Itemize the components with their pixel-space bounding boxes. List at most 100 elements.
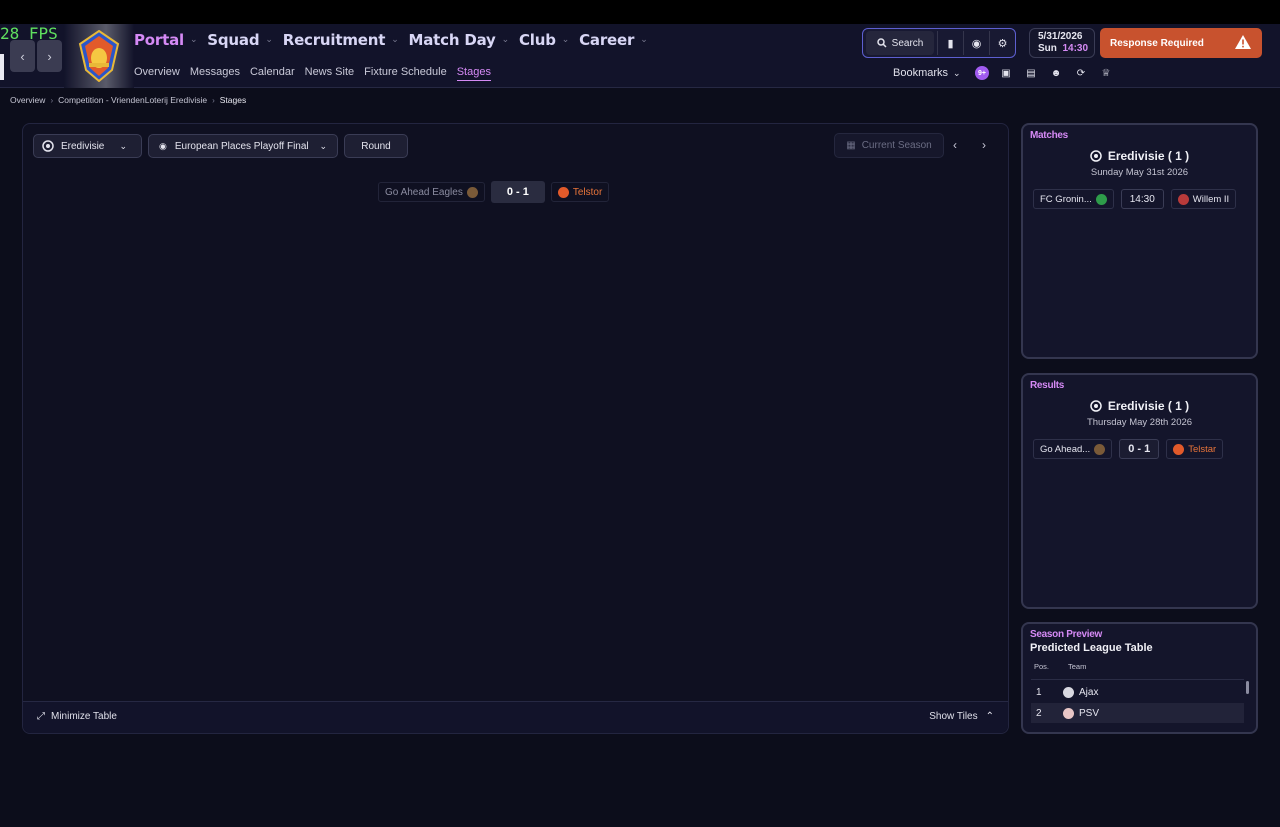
club-crest-icon[interactable]: [78, 30, 120, 82]
header-icons: 9+ ▣ ▤ ☻ ⟳ ♕: [975, 65, 1114, 81]
bookmark-button[interactable]: ▮: [937, 31, 963, 55]
stages-panel: Eredivisie ⌄ ◉ European Places Playoff F…: [22, 123, 1009, 734]
bookmarks-label: Bookmarks: [893, 67, 949, 79]
subnav-messages[interactable]: Messages: [190, 66, 240, 81]
psv-crest-icon: [1063, 707, 1074, 719]
home-team-chip[interactable]: Go Ahead Eagles: [378, 182, 485, 202]
prev-season-button[interactable]: ‹: [953, 138, 957, 152]
chevron-right-icon: ›: [47, 48, 52, 64]
nav-club[interactable]: Club ⌄: [519, 31, 569, 49]
matches-widget: Matches Eredivisie ( 1 ) Sunday May 31st…: [1021, 123, 1258, 359]
row-pos: 2: [1036, 707, 1042, 719]
match-home-chip[interactable]: FC Gronin...: [1033, 189, 1114, 209]
chevron-right-icon: ›: [212, 95, 215, 105]
subnav-overview[interactable]: Overview: [134, 66, 180, 81]
nav-recruitment[interactable]: Recruitment ⌄: [283, 31, 399, 49]
subnav-calendar[interactable]: Calendar: [250, 66, 295, 81]
back-button[interactable]: ‹: [10, 40, 35, 72]
subnav-fixture-schedule[interactable]: Fixture Schedule: [364, 66, 447, 81]
result-home-name: Go Ahead...: [1040, 443, 1091, 455]
bookmarks-dropdown[interactable]: Bookmarks ⌄: [893, 67, 961, 79]
preview-col-pos: Pos.: [1034, 662, 1050, 671]
table-scrollbar[interactable]: [1246, 681, 1249, 694]
season-button[interactable]: ▦ Current Season: [834, 133, 944, 158]
results-header: Results: [1030, 380, 1065, 391]
round-button[interactable]: Round: [344, 134, 408, 158]
result-row[interactable]: Go Ahead... 0 - 1 Telstar: [1033, 439, 1224, 459]
results-competition: Eredivisie ( 1 ): [1023, 399, 1256, 413]
matches-competition: Eredivisie ( 1 ): [1023, 149, 1256, 163]
subnav-news-site[interactable]: News Site: [305, 66, 355, 81]
match-away-name: Willem II: [1192, 193, 1230, 205]
date-display[interactable]: 5/31/2026 Sun 14:30: [1029, 28, 1095, 58]
date-text: 5/31/2026: [1038, 31, 1083, 42]
search-button[interactable]: Search: [866, 31, 934, 55]
minimize-label: Minimize Table: [51, 711, 117, 722]
result-away-name: Telstar: [1188, 443, 1217, 455]
go-ahead-eagles-crest-icon: [1094, 443, 1106, 455]
chevron-left-icon: ‹: [953, 138, 957, 152]
stage-label: European Places Playoff Final: [174, 140, 309, 152]
fixture-row[interactable]: Go Ahead Eagles 0 - 1 Telstor: [378, 181, 610, 203]
chevron-right-icon: ›: [982, 138, 986, 152]
chevron-left-icon: ‹: [20, 48, 25, 64]
results-date: Thursday May 28th 2026: [1086, 417, 1193, 428]
match-row[interactable]: FC Gronin... 14:30 Willem II: [1033, 189, 1237, 209]
results-widget: Results Eredivisie ( 1 ) Thursday May 28…: [1021, 373, 1258, 609]
side-tab-indicator: [0, 54, 4, 80]
globe-icon: ◉: [971, 37, 982, 50]
minimize-table-button[interactable]: ⤢ Minimize Table: [37, 711, 117, 722]
chevron-down-icon: ⌄: [189, 35, 198, 45]
stage-dropdown[interactable]: ◉ European Places Playoff Final ⌄: [148, 134, 338, 158]
competition-dropdown[interactable]: Eredivisie ⌄: [33, 134, 142, 158]
results-competition-label: Eredivisie ( 1 ): [1107, 399, 1190, 413]
subnav-stages[interactable]: Stages: [456, 66, 491, 81]
chevron-down-icon: ⌄: [953, 67, 961, 78]
search-icon: [876, 38, 887, 48]
row-team: Ajax: [1079, 686, 1099, 698]
matches-date: Sunday May 31st 2026: [1090, 167, 1189, 178]
match-away-chip[interactable]: Willem II: [1170, 189, 1237, 209]
eredivisie-icon: [42, 140, 54, 152]
people-icon[interactable]: ☻: [1048, 65, 1064, 81]
result-home-chip[interactable]: Go Ahead...: [1033, 439, 1113, 459]
result-away-chip[interactable]: Telstar: [1166, 439, 1224, 459]
breadcrumb-stages: Stages: [219, 95, 247, 105]
clipboard-icon[interactable]: ▤: [1023, 65, 1039, 81]
fixture-score[interactable]: 0 - 1: [490, 181, 545, 203]
globe-button[interactable]: ◉: [963, 31, 989, 55]
nav-portal[interactable]: Portal ⌄: [134, 31, 197, 49]
away-team-chip[interactable]: Telstor: [550, 182, 610, 202]
breadcrumb-overview[interactable]: Overview: [10, 95, 45, 105]
show-tiles-button[interactable]: Show Tiles ⌃: [929, 711, 994, 722]
row-team: PSV: [1079, 707, 1100, 719]
search-label: Search: [891, 37, 924, 49]
gear-icon: ⚙: [997, 37, 1008, 50]
notifications-badge[interactable]: 9+: [975, 66, 989, 80]
trophy-icon[interactable]: ♕: [1098, 65, 1114, 81]
nav-match-day[interactable]: Match Day ⌄: [409, 31, 510, 49]
table-row[interactable]: 2 PSV: [1031, 703, 1244, 723]
top-strip: [0, 0, 1280, 24]
match-home-name: FC Gronin...: [1040, 193, 1092, 205]
next-season-button[interactable]: ›: [982, 138, 986, 152]
bookmark-icon: ▮: [947, 37, 954, 50]
nav-squad[interactable]: Squad ⌄: [207, 31, 273, 49]
minimize-icon: ⤢: [37, 711, 45, 722]
willem-ii-crest-icon: [1177, 193, 1189, 205]
settings-button[interactable]: ⚙: [989, 31, 1015, 55]
chevron-down-icon: ⌄: [640, 35, 648, 45]
forward-button[interactable]: ›: [37, 40, 62, 72]
kit-icon[interactable]: ▣: [998, 65, 1014, 81]
table-row[interactable]: 1 Ajax: [1031, 682, 1244, 702]
result-score: 0 - 1: [1119, 439, 1160, 459]
refresh-icon[interactable]: ⟳: [1073, 65, 1089, 81]
breadcrumb-competition[interactable]: Competition - VriendenLoterij Eredivisie: [58, 95, 207, 105]
away-team-name: Telstor: [572, 186, 603, 198]
matches-header: Matches: [1030, 130, 1068, 141]
chevron-down-icon: ⌄: [265, 35, 273, 45]
response-required-button[interactable]: Response Required: [1100, 28, 1262, 58]
panel-footer: ⤢ Minimize Table Show Tiles ⌃: [23, 701, 1008, 733]
nav-career[interactable]: Career ⌄: [579, 31, 648, 49]
main-nav: Portal ⌄ Squad ⌄ Recruitment ⌄ Match Day ⌄ C…: [134, 31, 658, 49]
